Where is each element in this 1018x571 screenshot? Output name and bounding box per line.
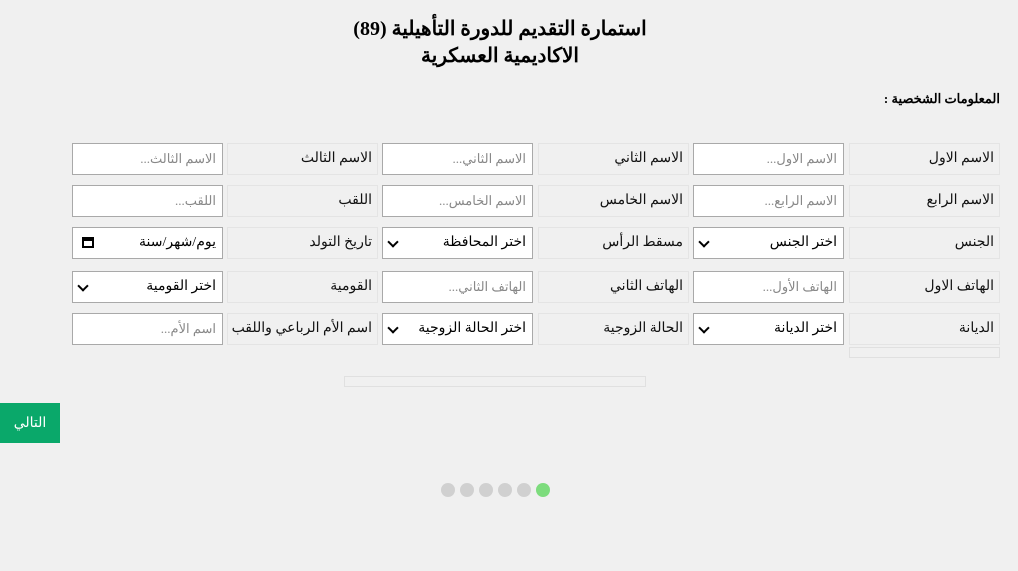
progress-dot bbox=[479, 483, 493, 497]
personal-info-heading: المعلومات الشخصية : bbox=[883, 91, 1000, 106]
first-name-label: الاسم الاول bbox=[849, 143, 1000, 175]
progress-dot bbox=[498, 483, 512, 497]
second-name-label: الاسم الثاني bbox=[538, 143, 689, 175]
birthdate-input[interactable]: يوم/شهر/سنة bbox=[72, 227, 223, 259]
third-name-input[interactable]: الاسم الثالث... bbox=[72, 143, 223, 175]
progress-dot bbox=[460, 483, 474, 497]
first-name-input[interactable]: الاسم الاول... bbox=[693, 143, 844, 175]
birthplace-label: مسقط الرأس bbox=[538, 227, 689, 259]
fifth-name-label: الاسم الخامس bbox=[538, 185, 689, 217]
empty-cell bbox=[849, 347, 1000, 358]
second-name-input[interactable]: الاسم الثاني... bbox=[382, 143, 533, 175]
chevron-down-icon bbox=[387, 322, 399, 334]
nationality-selected-value: اختر القومية bbox=[146, 279, 216, 294]
nationality-select[interactable]: اختر القومية bbox=[72, 271, 223, 303]
birthplace-select[interactable]: اختر المحافظة bbox=[382, 227, 533, 259]
calendar-icon[interactable] bbox=[82, 237, 94, 248]
chevron-down-icon bbox=[77, 280, 89, 292]
surname-label: اللقب bbox=[227, 185, 378, 217]
mother-name-label: اسم الأم الرباعي واللقب bbox=[227, 313, 378, 345]
marital-status-label: الحالة الزوجية bbox=[538, 313, 689, 345]
empty-cell bbox=[344, 376, 646, 387]
religion-select[interactable]: اختر الديانة bbox=[693, 313, 844, 345]
birthdate-value: يوم/شهر/سنة bbox=[139, 235, 216, 250]
religion-label: الديانة bbox=[849, 313, 1000, 345]
phone2-input[interactable]: الهاتف الثاني... bbox=[382, 271, 533, 303]
birthplace-selected-value: اختر المحافظة bbox=[442, 235, 526, 250]
gender-select[interactable]: اختر الجنس bbox=[693, 227, 844, 259]
chevron-down-icon bbox=[387, 236, 399, 248]
marital-status-select[interactable]: اختر الحالة الزوجية bbox=[382, 313, 533, 345]
gender-label: الجنس bbox=[849, 227, 1000, 259]
phone1-input[interactable]: الهاتف الأول... bbox=[693, 271, 844, 303]
phone2-label: الهاتف الثاني bbox=[538, 271, 689, 303]
next-button[interactable]: التالي bbox=[0, 403, 60, 443]
chevron-down-icon bbox=[698, 322, 710, 334]
religion-selected-value: اختر الديانة bbox=[773, 321, 837, 336]
chevron-down-icon bbox=[698, 236, 710, 248]
gender-selected-value: اختر الجنس bbox=[769, 235, 837, 250]
progress-dot bbox=[536, 483, 550, 497]
mother-name-input[interactable]: اسم الأم... bbox=[72, 313, 223, 345]
fourth-name-input[interactable]: الاسم الرابع... bbox=[693, 185, 844, 217]
progress-dot bbox=[441, 483, 455, 497]
fourth-name-label: الاسم الرابع bbox=[849, 185, 1000, 217]
phone1-label: الهاتف الاول bbox=[849, 271, 1000, 303]
progress-dot bbox=[517, 483, 531, 497]
birthdate-label: تاريخ التولد bbox=[227, 227, 378, 259]
marital-status-selected-value: اختر الحالة الزوجية bbox=[418, 321, 526, 336]
fifth-name-input[interactable]: الاسم الخامس... bbox=[382, 185, 533, 217]
academy-name: الاكاديمية العسكرية bbox=[421, 45, 579, 67]
nationality-label: القومية bbox=[227, 271, 378, 303]
third-name-label: الاسم الثالث bbox=[227, 143, 378, 175]
surname-input[interactable]: اللقب... bbox=[72, 185, 223, 217]
form-title: استمارة التقديم للدورة التأهيلية (89) bbox=[353, 18, 647, 40]
